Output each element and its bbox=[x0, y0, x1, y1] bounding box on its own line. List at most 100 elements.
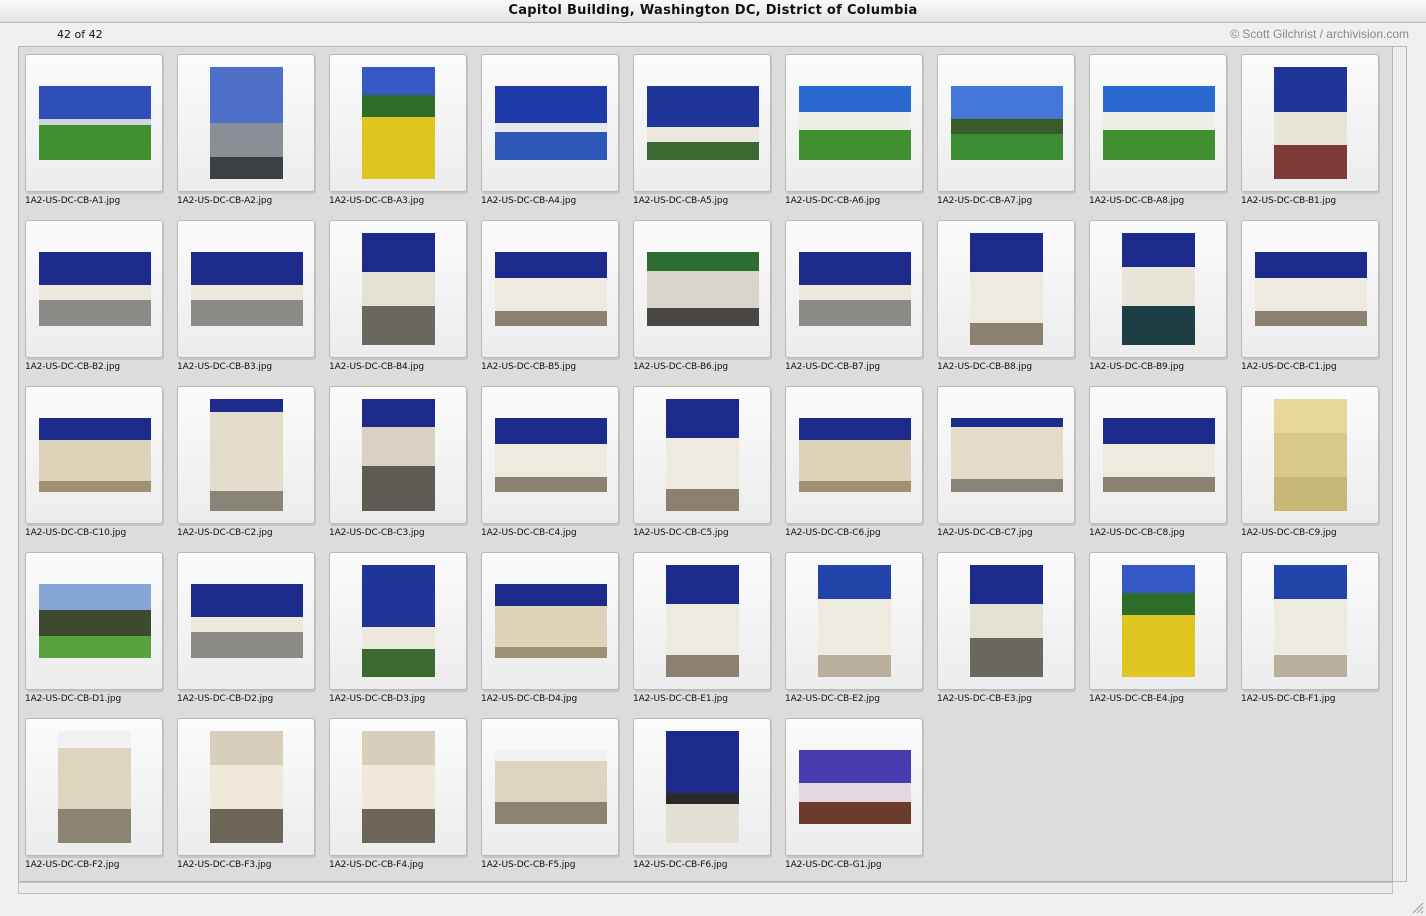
slide-cell[interactable]: 1A2-US-DC-CB-F5.jpg bbox=[481, 718, 633, 884]
slide-mount[interactable] bbox=[1241, 386, 1379, 524]
slide-filename: 1A2-US-DC-CB-B5.jpg bbox=[481, 362, 577, 372]
slide-cell[interactable]: 1A2-US-DC-CB-B8.jpg bbox=[937, 220, 1089, 386]
slide-cell[interactable]: 1A2-US-DC-CB-B3.jpg bbox=[177, 220, 329, 386]
slide-mount[interactable] bbox=[329, 220, 467, 358]
slide-cell[interactable]: 1A2-US-DC-CB-A8.jpg bbox=[1089, 54, 1241, 220]
slide-mount[interactable] bbox=[481, 552, 619, 690]
slide-cell[interactable]: 1A2-US-DC-CB-A6.jpg bbox=[785, 54, 937, 220]
slide-cell[interactable]: 1A2-US-DC-CB-D4.jpg bbox=[481, 552, 633, 718]
slide-cell[interactable]: 1A2-US-DC-CB-A1.jpg bbox=[25, 54, 177, 220]
slide-mount[interactable] bbox=[329, 552, 467, 690]
slide-filename: 1A2-US-DC-CB-B4.jpg bbox=[329, 362, 425, 372]
slide-mount[interactable] bbox=[1089, 54, 1227, 192]
slide-thumbnail bbox=[495, 252, 607, 326]
slide-mount[interactable] bbox=[25, 552, 163, 690]
slide-mount[interactable] bbox=[481, 220, 619, 358]
slide-cell[interactable]: 1A2-US-DC-CB-C4.jpg bbox=[481, 386, 633, 552]
slide-cell[interactable]: 1A2-US-DC-CB-B5.jpg bbox=[481, 220, 633, 386]
slide-cell[interactable]: 1A2-US-DC-CB-E4.jpg bbox=[1089, 552, 1241, 718]
slide-cell[interactable]: 1A2-US-DC-CB-C5.jpg bbox=[633, 386, 785, 552]
slide-mount[interactable] bbox=[937, 54, 1075, 192]
slide-mount[interactable] bbox=[25, 718, 163, 856]
slide-filename: 1A2-US-DC-CB-B9.jpg bbox=[1089, 362, 1185, 372]
slide-cell[interactable]: 1A2-US-DC-CB-A7.jpg bbox=[937, 54, 1089, 220]
slide-cell[interactable]: 1A2-US-DC-CB-C8.jpg bbox=[1089, 386, 1241, 552]
slide-filename: 1A2-US-DC-CB-D2.jpg bbox=[177, 694, 274, 704]
slide-cell[interactable]: 1A2-US-DC-CB-C6.jpg bbox=[785, 386, 937, 552]
vertical-scrollbar[interactable] bbox=[1393, 46, 1407, 882]
slide-cell[interactable]: 1A2-US-DC-CB-C3.jpg bbox=[329, 386, 481, 552]
slide-cell[interactable]: 1A2-US-DC-CB-B6.jpg bbox=[633, 220, 785, 386]
slide-thumbnail bbox=[362, 399, 435, 511]
slide-cell[interactable]: 1A2-US-DC-CB-D1.jpg bbox=[25, 552, 177, 718]
slide-mount[interactable] bbox=[785, 54, 923, 192]
slide-cell[interactable]: 1A2-US-DC-CB-B1.jpg bbox=[1241, 54, 1393, 220]
photo-credit: © Scott Gilchrist / archivision.com bbox=[1230, 27, 1409, 41]
slide-mount[interactable] bbox=[633, 552, 771, 690]
slide-mount[interactable] bbox=[633, 220, 771, 358]
slide-mount[interactable] bbox=[1089, 386, 1227, 524]
slide-mount[interactable] bbox=[25, 386, 163, 524]
slide-cell[interactable]: 1A2-US-DC-CB-C10.jpg bbox=[25, 386, 177, 552]
slide-cell[interactable]: 1A2-US-DC-CB-E3.jpg bbox=[937, 552, 1089, 718]
slide-mount[interactable] bbox=[329, 54, 467, 192]
slide-mount[interactable] bbox=[633, 54, 771, 192]
resize-grip-icon[interactable] bbox=[1410, 900, 1424, 914]
slide-thumbnail bbox=[647, 252, 759, 326]
slide-mount[interactable] bbox=[177, 54, 315, 192]
slide-mount[interactable] bbox=[177, 718, 315, 856]
slide-cell[interactable]: 1A2-US-DC-CB-F2.jpg bbox=[25, 718, 177, 884]
slide-cell[interactable]: 1A2-US-DC-CB-F6.jpg bbox=[633, 718, 785, 884]
slide-cell[interactable]: 1A2-US-DC-CB-E1.jpg bbox=[633, 552, 785, 718]
slide-mount[interactable] bbox=[785, 718, 923, 856]
slide-mount[interactable] bbox=[177, 220, 315, 358]
slide-mount[interactable] bbox=[937, 552, 1075, 690]
slide-mount[interactable] bbox=[1241, 220, 1379, 358]
slide-thumbnail bbox=[39, 86, 151, 160]
slide-cell[interactable]: 1A2-US-DC-CB-F3.jpg bbox=[177, 718, 329, 884]
slide-mount[interactable] bbox=[1089, 220, 1227, 358]
slide-mount[interactable] bbox=[481, 54, 619, 192]
slide-mount[interactable] bbox=[177, 552, 315, 690]
slide-thumbnail bbox=[495, 86, 607, 160]
slide-cell[interactable]: 1A2-US-DC-CB-C7.jpg bbox=[937, 386, 1089, 552]
slide-cell[interactable]: 1A2-US-DC-CB-C2.jpg bbox=[177, 386, 329, 552]
slide-mount[interactable] bbox=[785, 386, 923, 524]
slide-cell[interactable]: 1A2-US-DC-CB-D2.jpg bbox=[177, 552, 329, 718]
slide-cell[interactable]: 1A2-US-DC-CB-A5.jpg bbox=[633, 54, 785, 220]
slide-mount[interactable] bbox=[1241, 552, 1379, 690]
slide-mount[interactable] bbox=[177, 386, 315, 524]
slide-filename: 1A2-US-DC-CB-C4.jpg bbox=[481, 528, 577, 538]
slide-cell[interactable]: 1A2-US-DC-CB-F1.jpg bbox=[1241, 552, 1393, 718]
slide-mount[interactable] bbox=[25, 220, 163, 358]
slide-cell[interactable]: 1A2-US-DC-CB-A2.jpg bbox=[177, 54, 329, 220]
slide-cell[interactable]: 1A2-US-DC-CB-B4.jpg bbox=[329, 220, 481, 386]
slide-cell[interactable]: 1A2-US-DC-CB-B9.jpg bbox=[1089, 220, 1241, 386]
slide-thumbnail bbox=[951, 418, 1063, 492]
slide-mount[interactable] bbox=[1089, 552, 1227, 690]
slide-cell[interactable]: 1A2-US-DC-CB-B2.jpg bbox=[25, 220, 177, 386]
slide-mount[interactable] bbox=[937, 220, 1075, 358]
slide-mount[interactable] bbox=[937, 386, 1075, 524]
slide-mount[interactable] bbox=[329, 386, 467, 524]
slide-mount[interactable] bbox=[481, 718, 619, 856]
slide-cell[interactable]: 1A2-US-DC-CB-E2.jpg bbox=[785, 552, 937, 718]
slide-cell[interactable]: 1A2-US-DC-CB-C9.jpg bbox=[1241, 386, 1393, 552]
slide-thumbnail bbox=[666, 565, 739, 677]
slide-mount[interactable] bbox=[1241, 54, 1379, 192]
slide-mount[interactable] bbox=[329, 718, 467, 856]
slide-mount[interactable] bbox=[785, 552, 923, 690]
slide-mount[interactable] bbox=[633, 718, 771, 856]
slide-cell[interactable]: 1A2-US-DC-CB-C1.jpg bbox=[1241, 220, 1393, 386]
slide-mount[interactable] bbox=[785, 220, 923, 358]
slide-cell[interactable]: 1A2-US-DC-CB-G1.jpg bbox=[785, 718, 937, 884]
slide-mount[interactable] bbox=[25, 54, 163, 192]
slide-mount[interactable] bbox=[481, 386, 619, 524]
slide-cell[interactable]: 1A2-US-DC-CB-A4.jpg bbox=[481, 54, 633, 220]
slide-cell[interactable]: 1A2-US-DC-CB-B7.jpg bbox=[785, 220, 937, 386]
slide-mount[interactable] bbox=[633, 386, 771, 524]
slide-thumbnail bbox=[210, 399, 283, 511]
slide-cell[interactable]: 1A2-US-DC-CB-A3.jpg bbox=[329, 54, 481, 220]
slide-cell[interactable]: 1A2-US-DC-CB-D3.jpg bbox=[329, 552, 481, 718]
slide-cell[interactable]: 1A2-US-DC-CB-F4.jpg bbox=[329, 718, 481, 884]
